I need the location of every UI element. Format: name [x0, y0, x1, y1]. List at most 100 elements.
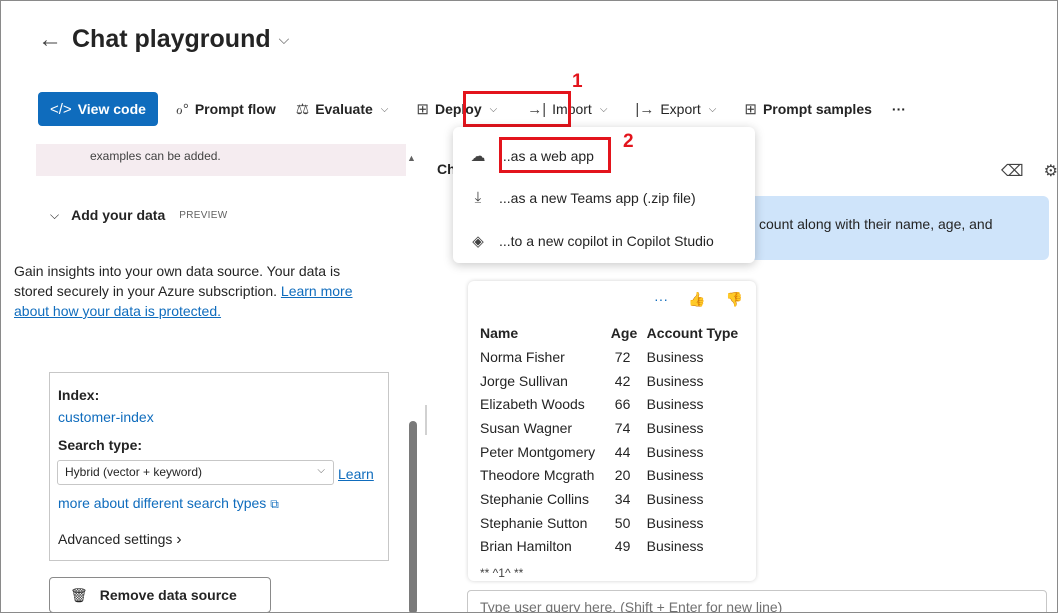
page-header: ← Chat playground ⌵ [38, 25, 289, 54]
grid-icon: ⊞ [744, 101, 757, 118]
scrollbar-thumb[interactable] [409, 421, 417, 612]
scroll-up-icon[interactable]: ▲ [407, 153, 416, 163]
name-cell: Theodore Mcgrath [480, 467, 595, 484]
table-row: Jorge Sullivan 42 Business [480, 369, 756, 393]
column-header: Name [480, 325, 519, 341]
table-row: Norma Fisher 72 Business [480, 345, 756, 369]
copilot-icon: ◈ [472, 233, 484, 250]
table-row: Peter Montgomery 44 Business [480, 440, 756, 464]
learn-search-types-link[interactable]: Learn [338, 466, 374, 482]
name-cell: Elizabeth Woods [480, 396, 585, 413]
annotation-box-deploy [463, 91, 571, 127]
index-label: Index: [58, 387, 100, 403]
thumbs-up-icon[interactable]: 👍 [688, 291, 705, 308]
account-type-cell: Business [646, 396, 704, 413]
age-cell: 72 [614, 348, 631, 365]
table-row: Stephanie Collins 34 Business [480, 487, 756, 511]
chat-tools: ⌫ ⚙ [1001, 161, 1057, 181]
annotation-step-2: 2 [623, 131, 634, 152]
search-type-select[interactable]: Hybrid (vector + keyword) ⌵ [57, 460, 334, 485]
code-icon: </> [50, 100, 72, 118]
chevron-down-icon: ⌵ [317, 465, 325, 476]
name-cell: Susan Wagner [480, 419, 573, 436]
user-message: count along with their name, age, and [741, 196, 1049, 260]
examples-note: examples can be added. [36, 144, 406, 176]
account-type-cell: Business [646, 514, 704, 531]
export-button[interactable]: |→ Export ⌵ [625, 92, 726, 126]
account-type-cell: Business [646, 538, 704, 555]
panel-divider[interactable] [425, 405, 427, 435]
response-actions: ··· 👍 👎 [654, 291, 743, 308]
chevron-down-icon[interactable]: ⌵ [279, 31, 290, 48]
more-icon[interactable]: ··· [654, 291, 668, 308]
page-title: Chat playground [72, 25, 271, 53]
settings-icon[interactable]: ⚙ [1044, 161, 1057, 181]
age-cell: 20 [614, 467, 631, 484]
customer-table: Name Age Account Type Norma Fisher 72 Busi… [480, 321, 756, 558]
age-cell: 66 [614, 396, 631, 413]
name-cell: Peter Montgomery [480, 443, 596, 460]
account-type-cell: Business [646, 372, 704, 389]
account-type-cell: Business [646, 348, 704, 365]
chevron-right-icon: › [176, 531, 182, 548]
table-row: Elizabeth Woods 66 Business [480, 392, 756, 416]
account-type-cell: Business [646, 467, 704, 484]
chevron-down-icon: ⌵ [50, 207, 60, 222]
age-cell: 74 [614, 419, 631, 436]
column-header: Age [610, 325, 638, 341]
chevron-down-icon: ⌵ [380, 103, 389, 115]
chat-input[interactable]: Type user query here. (Shift + Enter for… [467, 590, 1047, 612]
account-type-cell: Business [646, 490, 704, 507]
name-cell: Stephanie Collins [480, 490, 589, 507]
chevron-down-icon: ⌵ [708, 103, 717, 115]
prompt-samples-button[interactable]: ⊞ Prompt samples [734, 92, 882, 126]
thumbs-down-icon[interactable]: 👎 [725, 291, 742, 308]
data-source-box: Index: customer-index Search type: Hybri… [49, 372, 389, 561]
scale-icon: ⚖ [295, 101, 310, 118]
deploy-teams-app-item[interactable]: ⤓ ...as a new Teams app (.zip file) [469, 189, 696, 206]
evaluate-button[interactable]: ⚖ Evaluate ⌵ [286, 92, 399, 126]
cloud-icon: ☁ [470, 148, 486, 165]
table-row: Susan Wagner 74 Business [480, 416, 756, 440]
search-type-label: Search type: [58, 437, 143, 453]
view-code-button[interactable]: </> View code [38, 92, 158, 126]
download-icon: ⤓ [474, 189, 482, 206]
name-cell: Jorge Sullivan [480, 372, 568, 389]
index-value-link[interactable]: customer-index [58, 409, 154, 425]
truncated-text: ** ^1^ ** [480, 566, 524, 580]
trash-icon: 🗑 [70, 586, 88, 603]
add-data-header[interactable]: ⌵ Add your data PREVIEW [50, 207, 227, 223]
preview-tag: PREVIEW [179, 209, 228, 221]
table-row: Stephanie Sutton 50 Business [480, 511, 756, 535]
annotation-step-1: 1 [572, 71, 583, 92]
flow-icon: ℴ° [175, 101, 189, 118]
deploy-icon: ⊞ [416, 101, 429, 118]
assistant-response: ··· 👍 👎 Name Age Account Type Norma Fish… [468, 281, 756, 581]
annotation-box-web-app [499, 137, 611, 173]
advanced-settings-toggle[interactable]: Advanced settings › [58, 531, 182, 549]
name-cell: Brian Hamilton [480, 538, 572, 555]
age-cell: 42 [614, 372, 631, 389]
age-cell: 44 [614, 443, 631, 460]
clear-chat-icon[interactable]: ⌫ [1001, 161, 1024, 181]
more-icon: ··· [891, 101, 906, 117]
table-row: Theodore Mcgrath 20 Business [480, 463, 756, 487]
name-cell: Norma Fisher [480, 348, 565, 365]
account-type-cell: Business [646, 443, 704, 460]
add-data-description: Gain insights into your own data source.… [14, 263, 353, 319]
remove-data-source-button[interactable]: 🗑 Remove data source [49, 577, 271, 612]
back-arrow-icon[interactable]: ← [38, 27, 62, 52]
export-icon: |→ [635, 100, 655, 118]
chevron-down-icon: ⌵ [599, 103, 608, 115]
external-link-icon: ⧉ [270, 497, 279, 511]
table-row: Brian Hamilton 49 Business [480, 535, 756, 559]
account-type-cell: Business [646, 419, 704, 436]
prompt-flow-button[interactable]: ℴ° Prompt flow [166, 92, 286, 126]
deploy-copilot-item[interactable]: ◈ ...to a new copilot in Copilot Studio [469, 232, 714, 250]
more-button[interactable]: ··· [882, 92, 916, 126]
name-cell: Stephanie Sutton [480, 514, 588, 531]
search-types-link[interactable]: more about different search types ⧉ [58, 495, 279, 512]
column-header: Account Type [646, 325, 739, 341]
table-header-row: Name Age Account Type [480, 321, 756, 345]
app-frame: ← Chat playground ⌵ </> View code ℴ° Pro… [0, 0, 1058, 613]
